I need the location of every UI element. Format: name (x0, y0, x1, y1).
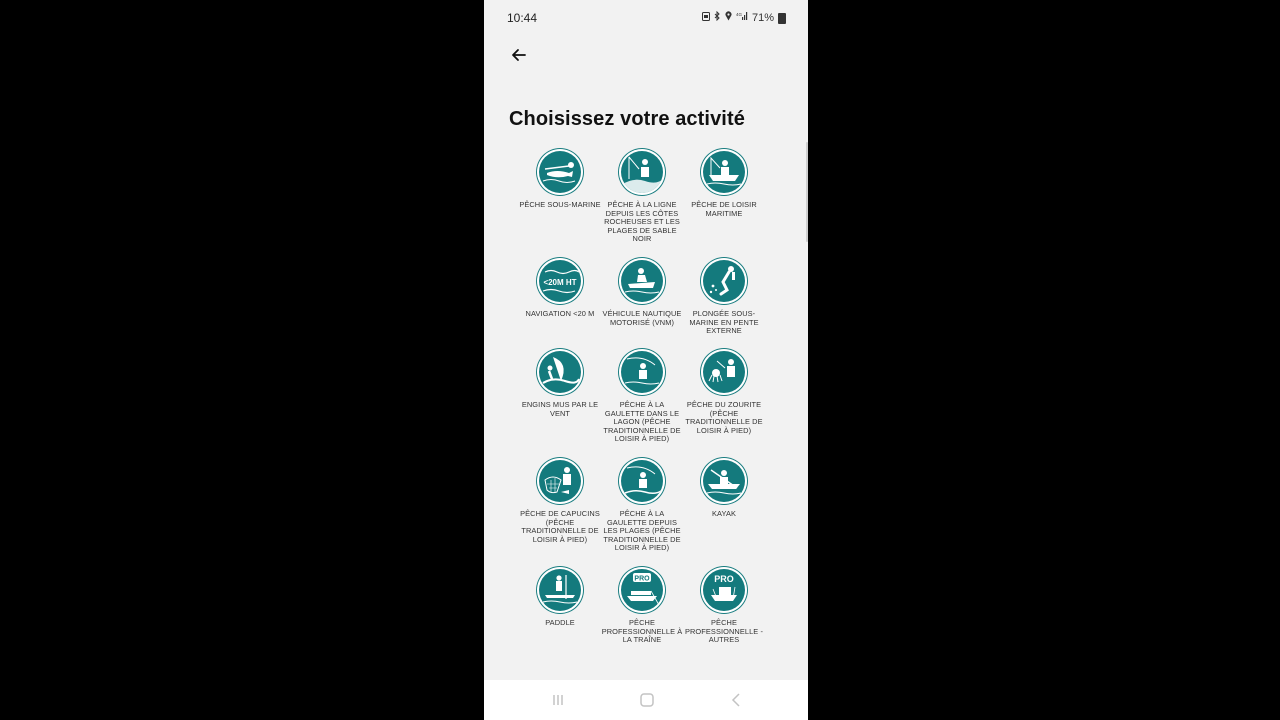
activity-label: PÊCHE DE LOISIR MARITIME (691, 200, 757, 218)
activity-label: PÊCHE SOUS-MARINE (519, 200, 601, 209)
notification-icon (701, 11, 710, 24)
arrow-left-icon (512, 49, 526, 61)
activity-gaulette-plages[interactable]: PÊCHE À LA GAULETTE DEPUIS LES PLAGES (P… (601, 457, 683, 553)
navigation-icon-text: <20M HT (543, 278, 576, 287)
phone-screen: 10:44 4G 71% Choisissez votre activité P… (484, 0, 808, 720)
spearfishing-icon (536, 148, 584, 196)
activity-peche-loisir-maritime[interactable]: PÊCHE DE LOISIR MARITIME (683, 148, 765, 218)
pro-trolling-icon: PRO (618, 566, 666, 614)
jet-ski-icon (618, 257, 666, 305)
activity-label: PÊCHE À LA LIGNE DEPUIS LES CÔTES ROCHEU… (604, 200, 680, 244)
activity-peche-sous-marine[interactable]: PÊCHE SOUS-MARINE (519, 148, 601, 210)
navigation-icon: <20M HT (536, 257, 584, 305)
paddle-icon (536, 566, 584, 614)
rod-lagoon-icon (618, 348, 666, 396)
activity-gaulette-lagon[interactable]: PÊCHE À LA GAULETTE DANS LE LAGON (PÊCHE… (601, 348, 683, 444)
activity-label: VÉHICULE NAUTIQUE MOTORISÉ (VNM) (602, 309, 682, 327)
activity-label: ENGINS MUS PAR LE VENT (521, 400, 599, 418)
activity-label: PLONGÉE SOUS-MARINE EN PENTE EXTERNE (689, 309, 759, 336)
status-time: 10:44 (507, 11, 538, 25)
activity-label: NAVIGATION <20 M (525, 309, 595, 318)
activity-pro-traine[interactable]: PRO PÊCHE PROFESSIONNELLE À LA TRAÎNE (601, 566, 683, 645)
status-icons: 4G 71% (701, 10, 786, 24)
page-title: Choisissez votre activité (509, 108, 745, 130)
activity-label: KAYAK (711, 509, 737, 518)
activity-label: PADDLE (545, 618, 575, 627)
activity-engins-vent[interactable]: ENGINS MUS PAR LE VENT (519, 348, 601, 418)
activity-label: PÊCHE PROFESSIONNELLE À LA TRAÎNE (601, 618, 683, 645)
activity-navigation[interactable]: <20M HT NAVIGATION <20 M (519, 257, 601, 319)
net-fishing-icon (536, 457, 584, 505)
pro-badge-text: PRO (634, 576, 650, 583)
octopus-fishing-icon (700, 348, 748, 396)
rod-beach-icon (618, 457, 666, 505)
activity-kayak[interactable]: KAYAK (683, 457, 765, 519)
activity-label: PÊCHE DE CAPUCINS (PÊCHE TRADITIONNELLE … (520, 509, 600, 544)
activity-plongee[interactable]: PLONGÉE SOUS-MARINE EN PENTE EXTERNE (683, 257, 765, 336)
recents-icon[interactable] (550, 692, 566, 708)
boat-fishing-icon (700, 148, 748, 196)
activity-label: PÊCHE À LA GAULETTE DEPUIS LES PLAGES (P… (603, 509, 681, 553)
bluetooth-icon (714, 10, 721, 24)
scrollbar[interactable] (806, 142, 808, 242)
back-button[interactable] (508, 44, 530, 66)
activity-capucins[interactable]: PÊCHE DE CAPUCINS (PÊCHE TRADITIONNELLE … (519, 457, 601, 544)
windsurf-icon (536, 348, 584, 396)
location-icon (725, 11, 732, 24)
activity-zourite[interactable]: PÊCHE DU ZOURITE (PÊCHE TRADITIONNELLE D… (683, 348, 765, 435)
svg-text:4G: 4G (736, 12, 743, 17)
line-fishing-icon (618, 148, 666, 196)
status-bar: 10:44 4G 71% (484, 0, 808, 36)
back-nav-icon[interactable] (729, 692, 745, 708)
activity-label: PÊCHE À LA GAULETTE DANS LE LAGON (PÊCHE… (603, 400, 681, 444)
home-icon[interactable] (639, 692, 655, 708)
kayak-icon (700, 457, 748, 505)
activity-paddle[interactable]: PADDLE (519, 566, 601, 628)
battery-icon (778, 13, 786, 24)
activity-vnm[interactable]: VÉHICULE NAUTIQUE MOTORISÉ (VNM) (601, 257, 683, 327)
signal-icon: 4G (736, 11, 748, 24)
pro-other-icon: PRO (700, 566, 748, 614)
scuba-diving-icon (700, 257, 748, 305)
activity-pro-autres[interactable]: PRO PÊCHE PROFESSIONNELLE - AUTRES (683, 566, 765, 645)
pro-badge-text: PRO (714, 574, 734, 584)
activity-label: PÊCHE PROFESSIONNELLE - AUTRES (684, 618, 764, 645)
activity-label: PÊCHE DU ZOURITE (PÊCHE TRADITIONNELLE D… (685, 400, 763, 435)
navigation-bar (484, 680, 808, 720)
battery-percent: 71% (751, 11, 774, 24)
activity-peche-ligne-cotes[interactable]: PÊCHE À LA LIGNE DEPUIS LES CÔTES ROCHEU… (601, 148, 683, 244)
